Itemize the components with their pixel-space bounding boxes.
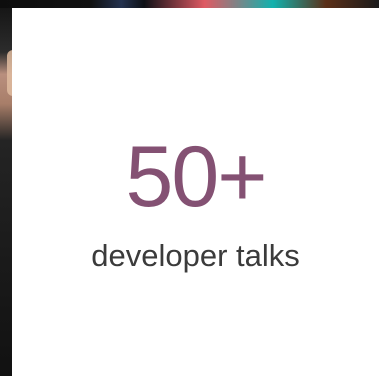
stats-banner: 50+ developer talks: [0, 0, 379, 376]
developer-talks-label: developer talks: [91, 238, 300, 273]
background-photo-left-strip: [0, 8, 13, 376]
developer-talks-count: 50+: [125, 129, 268, 225]
stats-card: 50+ developer talks: [12, 8, 379, 376]
background-photo-top-strip: [0, 0, 379, 8]
